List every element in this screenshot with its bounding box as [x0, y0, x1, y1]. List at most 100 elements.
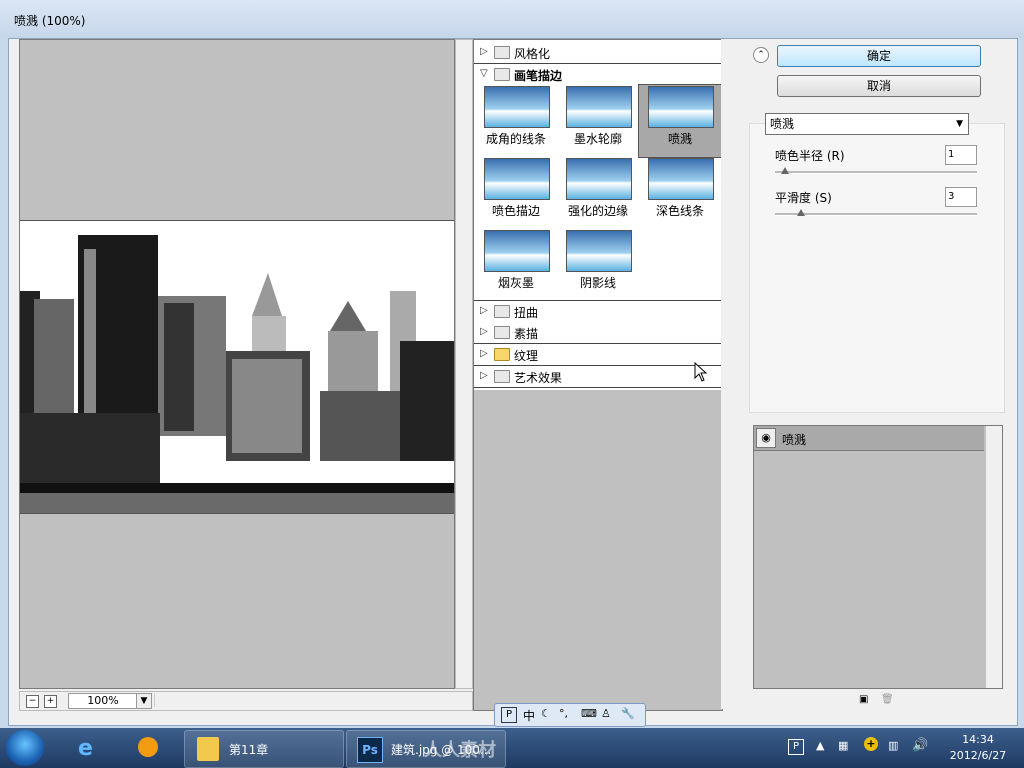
filter-label: 喷溅	[667, 132, 692, 146]
moon-icon[interactable]: ☾	[541, 707, 551, 720]
delete-layer-icon[interactable]: 🗑	[881, 694, 894, 705]
ie-logo-icon: e	[78, 736, 93, 761]
filter-label: 喷色描边	[491, 204, 540, 218]
zoom-out-button[interactable]: −	[26, 695, 39, 708]
zoom-level-field[interactable]: 100%	[68, 693, 138, 709]
taskbar-app-folder[interactable]: 第11章	[184, 730, 344, 768]
slider-handle[interactable]	[797, 209, 805, 216]
preview-scrollbar-horizontal[interactable]	[154, 693, 471, 707]
mouse-cursor-icon	[694, 362, 708, 382]
filter-gallery-dialog: 喷溅 (100%) − + 100% ▼ ▷ 风格化 ▽ 画笔描边 成角的线条 …	[0, 0, 1024, 728]
filter-tile[interactable]: 强化的边缘	[556, 156, 640, 228]
preview-image	[20, 220, 454, 514]
play-icon	[138, 737, 158, 757]
category-distort[interactable]: ▷ 扭曲	[474, 300, 722, 323]
user-icon[interactable]: ♙	[601, 707, 611, 720]
watermark: 人人素材	[424, 740, 496, 761]
media-player-icon[interactable]	[122, 730, 178, 766]
filter-label: 深色线条	[655, 204, 704, 218]
slider-handle[interactable]	[781, 167, 789, 174]
slider-label: 平滑度 (S)	[775, 191, 832, 205]
category-brush-strokes[interactable]: ▽ 画笔描边	[474, 64, 722, 85]
category-label: 艺术效果	[514, 371, 563, 385]
taskbar: e 第11章 Ps 建筑.jpg @ 100... 人人素材 P ▲ ▦ + ▥…	[0, 728, 1024, 768]
collapsed-arrow-icon: ▷	[480, 46, 488, 57]
volume-icon[interactable]: 🔊	[912, 738, 928, 753]
slider-spray-radius: 喷色半径 (R) 1	[775, 145, 995, 181]
system-clock[interactable]: 14:34 2012/6/27	[938, 732, 1018, 764]
filter-select[interactable]: 喷溅 ▼	[765, 113, 969, 135]
zoom-bar: − + 100% ▼	[19, 691, 473, 711]
category-sketch[interactable]: ▷ 素描	[474, 322, 722, 344]
city-skyline-image	[20, 221, 454, 513]
filter-thumbnail	[484, 230, 550, 272]
filter-tile[interactable]: 阴影线	[556, 228, 640, 300]
slider-track[interactable]	[775, 171, 977, 174]
ime-toolbar: P 中 ☾ °, ⌨ ♙ 🔧	[494, 703, 646, 727]
filter-tile[interactable]: 烟灰墨	[474, 228, 558, 300]
filter-tile[interactable]: 喷色描边	[474, 156, 558, 228]
dialog-client: − + 100% ▼ ▷ 风格化 ▽ 画笔描边 成角的线条 墨水轮廓 喷溅 喷色…	[8, 38, 1018, 726]
zoom-dropdown-icon[interactable]: ▼	[136, 693, 152, 709]
effect-layers-panel: ◉ 喷溅	[753, 425, 1003, 689]
category-label: 风格化	[514, 47, 551, 61]
category-label: 素描	[514, 327, 539, 341]
filter-label: 成角的线条	[485, 132, 546, 146]
category-stylize[interactable]: ▷ 风格化	[474, 42, 722, 64]
zoom-in-button[interactable]: +	[44, 695, 57, 708]
preview-pane[interactable]	[19, 39, 455, 689]
filter-label: 烟灰墨	[497, 276, 534, 290]
effect-layer-row[interactable]: ◉ 喷溅	[754, 426, 984, 451]
start-button[interactable]	[6, 730, 44, 766]
punctuation-icon[interactable]: °,	[559, 707, 568, 720]
folder-icon	[494, 46, 510, 59]
filter-gallery-panel: ▷ 风格化 ▽ 画笔描边 成角的线条 墨水轮廓 喷溅 喷色描边 强化的边缘 深色…	[473, 39, 723, 711]
show-hidden-icons-icon[interactable]: ▲	[816, 739, 824, 752]
slider-track[interactable]	[775, 213, 977, 216]
filter-label: 墨水轮廓	[573, 132, 622, 146]
layer-label: 喷溅	[782, 433, 807, 447]
ime-logo-icon[interactable]: P	[501, 707, 517, 723]
smoothness-input[interactable]: 3	[945, 187, 977, 207]
cancel-button[interactable]: 取消	[777, 75, 981, 97]
filter-thumbnail	[648, 158, 714, 200]
network-device-icon[interactable]: ▦	[838, 739, 848, 752]
filter-thumbnail	[484, 158, 550, 200]
eye-visibility-icon[interactable]: ◉	[756, 428, 776, 448]
filter-thumbnail	[648, 86, 714, 128]
category-label: 扭曲	[514, 306, 539, 320]
filter-tile[interactable]: 深色线条	[638, 156, 722, 228]
category-texture[interactable]: ▷ 纹理	[474, 344, 722, 366]
filter-tile[interactable]: 成角的线条	[474, 84, 558, 156]
internet-explorer-icon[interactable]: e	[62, 730, 118, 766]
folder-icon	[494, 370, 510, 383]
window-title: 喷溅 (100%)	[14, 14, 86, 28]
filter-tile[interactable]: 墨水轮廓	[556, 84, 640, 156]
clock-time: 14:34	[962, 733, 994, 746]
folder-icon	[197, 737, 219, 761]
preview-scrollbar-vertical[interactable]	[455, 39, 473, 689]
slider-smoothness: 平滑度 (S) 3	[775, 187, 995, 223]
wrench-icon[interactable]: 🔧	[621, 707, 635, 720]
category-label: 画笔描边	[514, 69, 563, 83]
keyboard-icon[interactable]: ⌨	[581, 707, 597, 720]
network-icon[interactable]: ▥	[888, 739, 898, 752]
ok-button[interactable]: 确定	[777, 45, 981, 67]
ime-tray-icon[interactable]: P	[788, 739, 804, 755]
collapsed-arrow-icon: ▷	[480, 348, 488, 359]
filter-thumbnail	[566, 158, 632, 200]
spray-radius-input[interactable]: 1	[945, 145, 977, 165]
collapse-gallery-icon[interactable]: ⌃	[753, 47, 769, 63]
security-plus-icon[interactable]: +	[864, 737, 878, 751]
category-artistic[interactable]: ▷ 艺术效果	[474, 366, 722, 388]
ime-mode-toggle[interactable]: 中	[523, 707, 535, 724]
taskbar-app-label: 第11章	[229, 743, 269, 757]
filter-tile-selected[interactable]: 喷溅	[638, 84, 722, 156]
new-layer-icon[interactable]: ▣	[859, 694, 868, 705]
filter-select-value: 喷溅	[770, 117, 795, 131]
filter-thumbnail	[566, 230, 632, 272]
layers-scrollbar[interactable]	[986, 426, 1002, 688]
gallery-scrollbar[interactable]	[721, 39, 737, 709]
chevron-down-icon: ▼	[956, 119, 963, 129]
clock-date: 2012/6/27	[949, 749, 1007, 762]
